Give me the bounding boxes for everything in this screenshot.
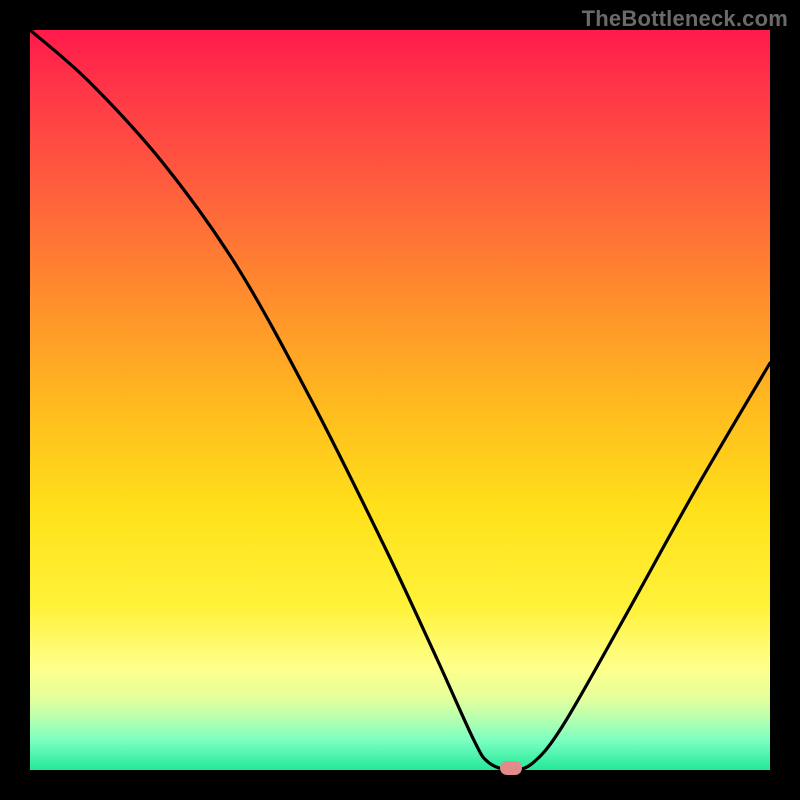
watermark-text: TheBottleneck.com [582, 6, 788, 32]
plot-area [30, 30, 770, 770]
curve-path [30, 30, 770, 770]
chart-container: TheBottleneck.com [0, 0, 800, 800]
optimal-marker [500, 761, 522, 775]
line-chart [30, 30, 770, 770]
